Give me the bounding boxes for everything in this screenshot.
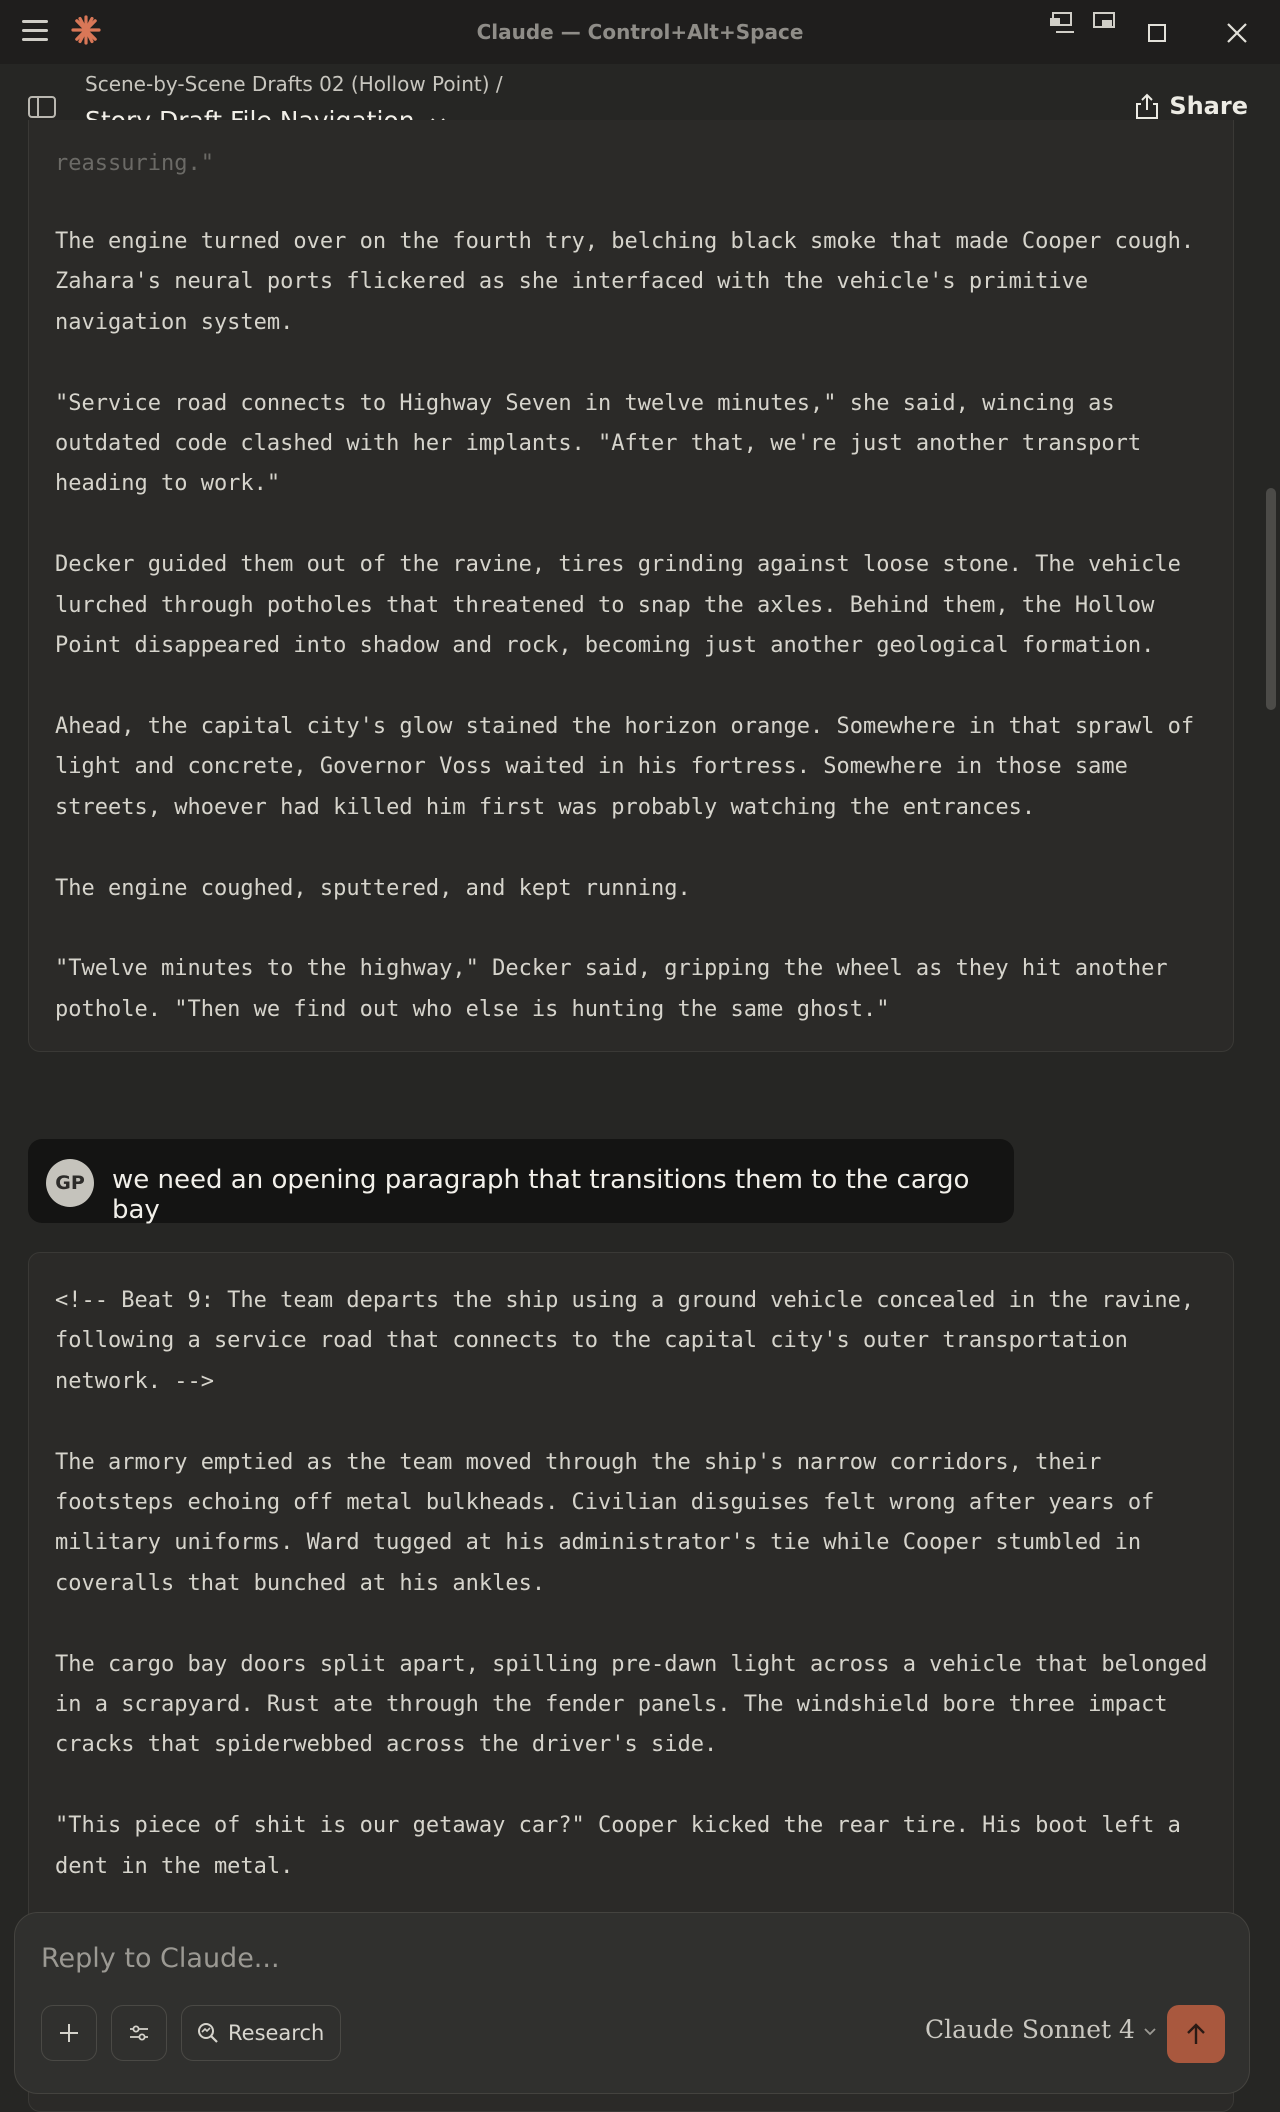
title-bar: Claude — Control+Alt+Space bbox=[0, 0, 1280, 64]
model-selector[interactable]: Claude Sonnet 4 bbox=[925, 2015, 1157, 2044]
share-label: Share bbox=[1169, 92, 1248, 120]
reply-input[interactable]: Reply to Claude... bbox=[41, 1943, 280, 1974]
maximize-icon[interactable] bbox=[1142, 18, 1172, 48]
assistant-message-previous: reassuring." The engine turned over on t… bbox=[28, 120, 1234, 1052]
reply-composer: Reply to Claude... Research Claude Sonne… bbox=[14, 1912, 1250, 2094]
research-label: Research bbox=[228, 2021, 325, 2045]
share-icon bbox=[1136, 93, 1159, 119]
scrollbar-thumb[interactable] bbox=[1266, 488, 1276, 710]
tools-button[interactable] bbox=[111, 2005, 167, 2061]
user-message: GP we need an opening paragraph that tra… bbox=[28, 1139, 1014, 1225]
breadcrumb[interactable]: Scene-by-Scene Drafts 02 (Hollow Point) … bbox=[85, 72, 503, 96]
plus-icon bbox=[60, 2024, 78, 2042]
send-button[interactable] bbox=[1167, 2005, 1225, 2063]
chevron-down-icon bbox=[1144, 2028, 1156, 2036]
close-icon[interactable] bbox=[1222, 18, 1252, 48]
window-snap-icon[interactable] bbox=[1090, 8, 1120, 38]
faded-text-line: reassuring." bbox=[55, 151, 214, 176]
arrow-up-icon bbox=[1187, 2023, 1205, 2044]
add-attachment-button[interactable] bbox=[41, 2005, 97, 2061]
avatar: GP bbox=[46, 1159, 94, 1207]
user-message-text: we need an opening paragraph that transi… bbox=[112, 1165, 970, 1225]
model-label: Claude Sonnet 4 bbox=[925, 2015, 1135, 2044]
sidebar-toggle-icon[interactable] bbox=[28, 96, 56, 118]
research-search-icon bbox=[198, 2023, 218, 2043]
response-text: The engine turned over on the fourth try… bbox=[55, 229, 1195, 1022]
research-button[interactable]: Research bbox=[181, 2005, 341, 2061]
sliders-icon bbox=[130, 2025, 148, 2041]
share-button[interactable]: Share bbox=[1135, 92, 1248, 120]
screen-capture-icon[interactable] bbox=[1048, 8, 1078, 38]
response-text: <!-- Beat 9: The team departs the ship u… bbox=[55, 1288, 1208, 1879]
window-title: Claude — Control+Alt+Space bbox=[476, 20, 804, 44]
